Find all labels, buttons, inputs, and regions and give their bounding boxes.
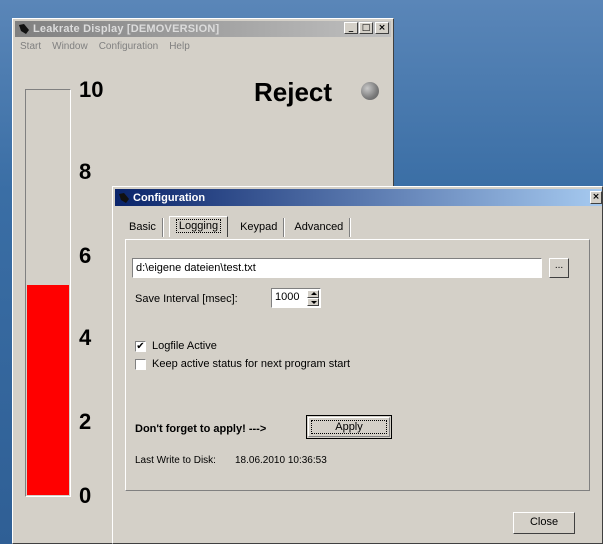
apply-button[interactable]: Apply [306, 415, 392, 439]
tab-keypad-label: Keypad [240, 221, 278, 233]
app-icon [19, 24, 29, 34]
maximize-button[interactable]: □ [359, 22, 373, 34]
scale-label-10: 10 [79, 77, 104, 102]
configuration-dialog: Configuration × Basic Logging Keypad Adv… [112, 186, 603, 544]
scale-label-2: 2 [79, 409, 92, 434]
status-led-icon [361, 82, 379, 100]
main-window-title: Leakrate Display [DEMOVERSION] [33, 23, 220, 35]
app-icon [119, 192, 129, 203]
main-titlebar[interactable]: Leakrate Display [DEMOVERSION] _ □ × [15, 21, 391, 37]
tab-basic-label: Basic [129, 221, 156, 233]
menu-configuration[interactable]: Configuration [94, 39, 164, 55]
save-interval-label: Save Interval [msec]: [135, 293, 238, 305]
keep-status-row: Keep active status for next program star… [135, 358, 350, 370]
menubar: Start Window Configuration Help [15, 39, 196, 55]
gauge-fill [27, 284, 69, 495]
close-dialog-button[interactable]: Close [513, 512, 575, 534]
close-button[interactable]: × [375, 22, 389, 34]
last-write-label: Last Write to Disk: [135, 455, 216, 466]
scale-label-6: 6 [79, 243, 92, 268]
config-close-icon[interactable]: × [590, 191, 602, 204]
logfile-active-checkbox[interactable]: ✔ [135, 340, 146, 352]
apply-hint-text: Don't forget to apply! ---> [135, 423, 267, 435]
apply-button-label: Apply [311, 420, 387, 434]
config-titlebar[interactable]: Configuration × [115, 189, 602, 206]
keep-status-label: Keep active status for next program star… [152, 358, 351, 370]
logfile-path-input[interactable]: d:\eigene dateien\test.txt [132, 258, 542, 278]
tab-basic[interactable]: Basic [123, 218, 163, 237]
spin-up-icon[interactable] [307, 290, 319, 298]
spin-down-icon[interactable] [307, 298, 319, 306]
scale-label-8: 8 [79, 159, 92, 184]
leakrate-gauge [25, 89, 71, 497]
tab-advanced-label: Advanced [294, 221, 344, 233]
last-write-value: 18.06.2010 10:36:53 [235, 455, 327, 466]
minimize-button[interactable]: _ [344, 22, 358, 34]
config-dialog-title: Configuration [133, 191, 206, 204]
menu-start[interactable]: Start [15, 39, 47, 55]
tab-advanced[interactable]: Advanced [288, 218, 351, 237]
scale-label-0: 0 [79, 483, 92, 508]
tab-strip: Basic Logging Keypad Advanced [123, 216, 354, 237]
status-reject-label: Reject [254, 77, 333, 107]
menu-window[interactable]: Window [47, 39, 94, 55]
keep-status-checkbox[interactable] [135, 358, 146, 370]
browse-button[interactable]: ... [549, 258, 569, 278]
save-interval-spinner [307, 290, 319, 306]
logfile-active-row: ✔ Logfile Active [135, 340, 217, 352]
menu-help[interactable]: Help [164, 39, 196, 55]
logfile-active-label: Logfile Active [152, 340, 217, 352]
scale-label-4: 4 [79, 325, 92, 350]
tab-keypad[interactable]: Keypad [234, 218, 285, 237]
tab-logging[interactable]: Logging [168, 216, 229, 237]
tab-logging-label: Logging [175, 219, 222, 233]
